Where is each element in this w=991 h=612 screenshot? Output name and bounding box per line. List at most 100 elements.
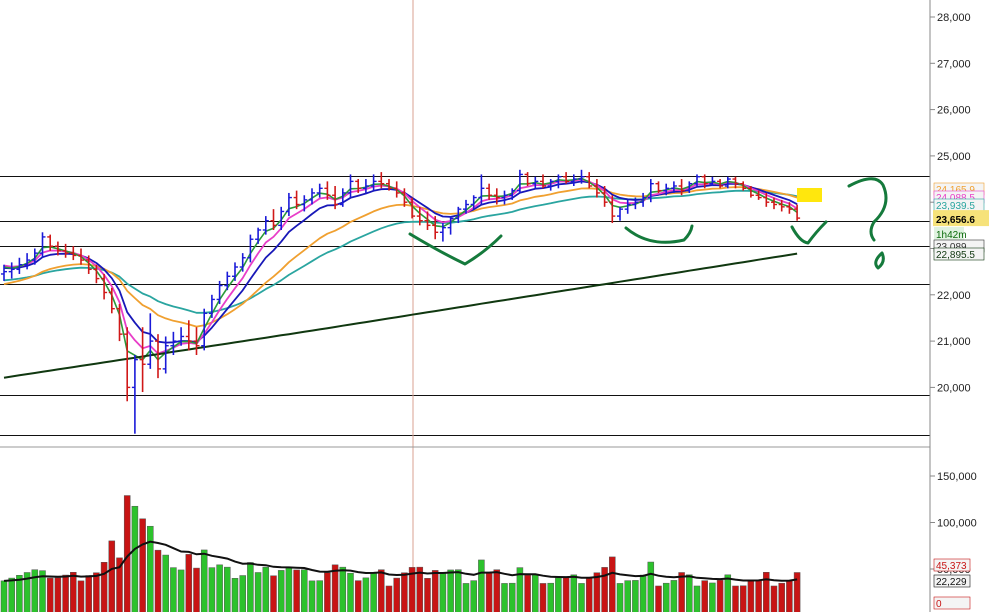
volume-bar: [46, 577, 54, 612]
volume-bar: [670, 580, 678, 612]
volume-bar: [686, 574, 693, 612]
volume-bar: [285, 567, 293, 612]
volume-bar: [239, 575, 246, 612]
volume-bar: [362, 577, 370, 612]
volume-bar: [316, 580, 323, 612]
last-price-badge: 23,656.6: [936, 215, 975, 226]
volume-bar: [624, 580, 631, 612]
volume-bar: [424, 578, 431, 612]
volume-bar: [578, 583, 585, 612]
volume-bar: [354, 580, 362, 612]
volume-bar: [270, 575, 277, 612]
stock-chart[interactable]: 150,000100,00050,000 28,00027,00026,0002…: [0, 0, 991, 612]
volume-bar: [177, 569, 185, 612]
volume-bar: [501, 583, 508, 612]
volume-bar: [370, 572, 377, 612]
volume-bar: [385, 585, 393, 612]
volume-bar: [770, 585, 778, 612]
volume-bar: [139, 518, 146, 612]
volume-bar: [462, 583, 470, 612]
volume-bar: [755, 579, 762, 612]
volume-bar: [8, 577, 15, 612]
volume-bar: [747, 580, 755, 612]
volume-bar: [562, 577, 570, 612]
volume-bar: [131, 505, 139, 612]
volume-bar: [347, 572, 354, 612]
volume-bar: [262, 566, 270, 612]
volume-bar: [609, 556, 616, 612]
volume-bar: [786, 580, 793, 612]
volume-bar: [532, 574, 539, 612]
volume-badge: 45,373: [936, 561, 967, 572]
volume-bar: [170, 567, 177, 612]
countdown-badge: 1h42m: [936, 230, 967, 241]
volume-bar: [277, 570, 285, 612]
volume-bar: [447, 569, 454, 612]
volume-bar: [485, 572, 493, 612]
volume-bar: [778, 582, 785, 612]
volume-bar: [478, 559, 485, 612]
volume-bar: [616, 583, 624, 612]
volume-bar: [339, 566, 347, 612]
volume-bar: [293, 569, 300, 612]
volume-bar: [431, 570, 439, 612]
volume-tick-label: 150,000: [937, 471, 977, 483]
volume-bar: [470, 580, 477, 612]
volume-bar: [301, 569, 308, 612]
chart-background: [0, 0, 991, 612]
price-tick-label: 21,000: [937, 336, 971, 348]
volume-bar: [147, 525, 154, 612]
volume-bar: [524, 574, 531, 612]
volume-bar: [200, 549, 208, 612]
volume-bar: [162, 554, 169, 612]
volume-badge: 0: [936, 599, 942, 610]
price-tick-label: 28,000: [937, 12, 971, 24]
volume-bar: [224, 566, 231, 612]
volume-bar: [508, 582, 516, 612]
volume-bar: [639, 574, 647, 612]
volume-bar: [693, 585, 701, 612]
volume-badge: 22,229: [936, 577, 967, 588]
volume-bar: [709, 582, 716, 612]
price-badge: 22,895.5: [936, 250, 975, 261]
volume-bar: [724, 574, 732, 612]
volume-bar: [216, 564, 223, 612]
volume-bar: [662, 582, 670, 612]
volume-bar: [547, 582, 554, 612]
price-tick-label: 22,000: [937, 290, 971, 302]
volume-bar: [593, 572, 601, 612]
volume-bar: [0, 580, 8, 612]
volume-bar: [439, 572, 447, 612]
volume-bar: [100, 562, 108, 612]
volume-tick-label: 100,000: [937, 518, 977, 530]
volume-bar: [393, 577, 400, 612]
volume-bar: [70, 572, 77, 612]
volume-bar: [185, 554, 193, 612]
price-tick-label: 26,000: [937, 105, 971, 117]
volume-bar: [77, 580, 85, 612]
volume-bar: [570, 574, 578, 612]
volume-bar: [647, 561, 655, 612]
volume-bar: [93, 572, 100, 612]
price-tick-label: 27,000: [937, 58, 971, 70]
volume-bar: [193, 567, 200, 612]
volume-bar: [231, 578, 239, 612]
volume-bar: [378, 569, 385, 612]
volume-bar: [493, 569, 501, 612]
volume-bar: [585, 577, 593, 612]
volume-bar: [324, 572, 331, 612]
volume-bar: [632, 580, 639, 612]
price-tick-label: 20,000: [937, 382, 971, 394]
volume-bar: [716, 579, 724, 612]
volume-bar: [732, 585, 739, 612]
volume-bar: [308, 580, 316, 612]
volume-bar: [154, 549, 162, 612]
volume-bar: [655, 585, 662, 612]
highlight-marker: [797, 188, 822, 202]
volume-bar: [555, 577, 562, 612]
volume-bar: [208, 567, 216, 612]
price-tick-label: 25,000: [937, 151, 971, 163]
volume-bar: [678, 572, 685, 612]
volume-bar: [401, 572, 408, 612]
volume-bar: [539, 583, 547, 612]
